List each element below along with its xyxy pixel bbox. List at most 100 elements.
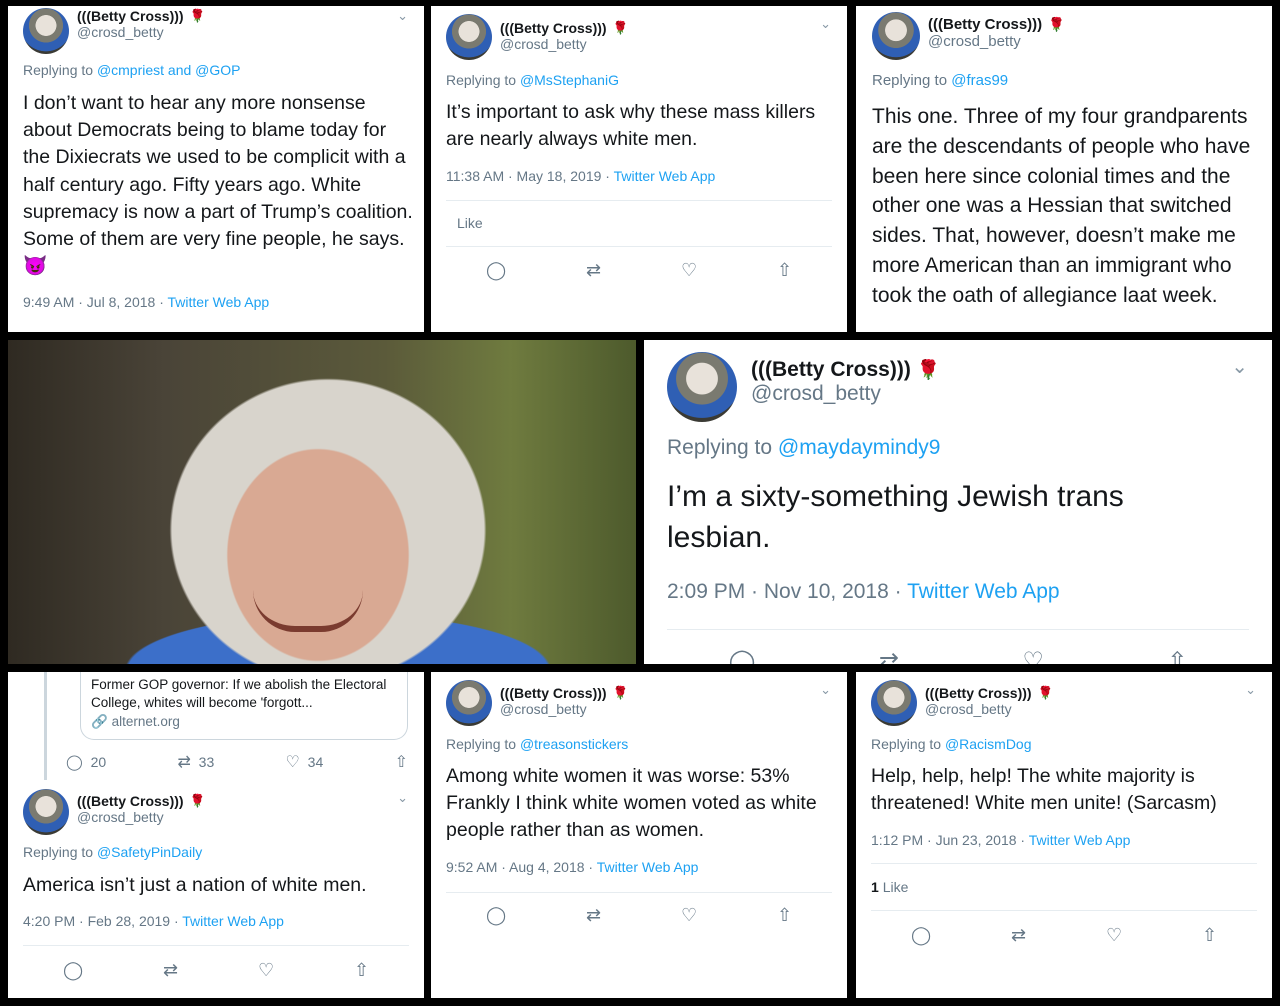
divider xyxy=(667,629,1249,630)
display-name[interactable]: (((Betty Cross))) xyxy=(925,685,1032,701)
reply-button[interactable]: ◯ 20 xyxy=(66,753,106,771)
replying-to: Replying to @SafetyPinDaily xyxy=(23,844,203,860)
like-button[interactable]: ♡ 34 xyxy=(286,752,324,772)
replying-to: Replying to @MsStephaniG xyxy=(446,72,619,88)
display-name[interactable]: (((Betty Cross))) xyxy=(500,685,607,701)
replying-to: Replying to @maydaymindy9 xyxy=(667,436,941,459)
replying-to: Replying to @RacismDog xyxy=(871,736,1032,752)
chevron-down-icon[interactable]: ⌄ xyxy=(397,790,408,806)
tweet-text: This one. Three of my four grandparents … xyxy=(872,105,1251,307)
tweet-meta: 11:38 AM · May 18, 2019 · Twitter Web Ap… xyxy=(446,168,716,184)
avatar[interactable] xyxy=(23,8,69,54)
likes-count[interactable]: 1 Like xyxy=(871,879,908,895)
avatar[interactable] xyxy=(446,680,492,726)
card-title: Former GOP governor: If we abolish the E… xyxy=(91,677,387,710)
reply-count: 20 xyxy=(90,754,107,770)
source-link[interactable]: Twitter Web App xyxy=(182,913,284,929)
reply-mention-link[interactable]: @cmpriest and @GOP xyxy=(97,62,241,78)
share-icon[interactable]: ⇧ xyxy=(1167,647,1187,665)
rose-icon: 🌹 xyxy=(612,685,629,700)
handle[interactable]: @crosd_betty xyxy=(77,809,205,825)
tweet-panel-5: Former GOP governor: If we abolish the E… xyxy=(8,672,424,998)
share-icon[interactable]: ⇧ xyxy=(777,905,792,926)
chevron-down-icon[interactable]: ⌄ xyxy=(820,16,831,32)
source-link[interactable]: Twitter Web App xyxy=(168,294,270,310)
tweet-text: I’m a sixty-something Jewish trans lesbi… xyxy=(667,480,1124,554)
avatar[interactable] xyxy=(23,789,69,835)
rose-icon: 🌹 xyxy=(1048,16,1065,32)
share-icon[interactable]: ⇧ xyxy=(395,752,408,772)
retweet-icon[interactable]: ⇄ xyxy=(586,260,601,281)
display-name[interactable]: (((Betty Cross))) xyxy=(928,16,1042,33)
like-count: 34 xyxy=(307,754,324,770)
share-icon[interactable]: ⇧ xyxy=(1202,925,1217,946)
chevron-down-icon[interactable]: ⌄ xyxy=(820,682,831,698)
handle[interactable]: @crosd_betty xyxy=(77,24,205,40)
reply-icon[interactable]: ◯ xyxy=(729,647,756,665)
rose-icon: 🌹 xyxy=(612,20,629,35)
avatar[interactable] xyxy=(446,14,492,60)
retweet-icon[interactable]: ⇄ xyxy=(163,960,178,981)
tweet-text: America isn’t just a nation of white men… xyxy=(23,874,367,896)
handle[interactable]: @crosd_betty xyxy=(751,382,940,406)
profile-photo xyxy=(8,340,636,664)
heart-icon[interactable]: ♡ xyxy=(681,260,697,281)
chevron-down-icon[interactable]: ⌄ xyxy=(1245,682,1256,698)
tweet-panel-2: (((Betty Cross))) 🌹 @crosd_betty ⌄ Replyi… xyxy=(431,6,847,332)
tweet-panel-4: (((Betty Cross))) 🌹 @crosd_betty ⌄ Replyi… xyxy=(644,340,1272,664)
handle[interactable]: @crosd_betty xyxy=(500,36,628,52)
heart-icon[interactable]: ♡ xyxy=(1022,647,1044,665)
link-card[interactable]: Former GOP governor: If we abolish the E… xyxy=(80,672,408,740)
display-name[interactable]: (((Betty Cross))) xyxy=(77,793,184,809)
retweet-button[interactable]: ⇄ 33 xyxy=(177,752,214,772)
display-name[interactable]: (((Betty Cross))) xyxy=(77,8,184,24)
display-name[interactable]: (((Betty Cross))) xyxy=(500,20,607,36)
retweet-count: 33 xyxy=(198,754,215,770)
source-link[interactable]: Twitter Web App xyxy=(614,168,716,184)
reply-mention-link[interactable]: @maydaymindy9 xyxy=(778,436,941,459)
tweet-meta: 9:49 AM · Jul 8, 2018 · Twitter Web App xyxy=(23,294,270,310)
divider xyxy=(446,892,832,893)
tweet-meta: 2:09 PM · Nov 10, 2018 · Twitter Web App xyxy=(667,580,1060,603)
tweet-panel-3: (((Betty Cross))) 🌹 @crosd_betty Replying… xyxy=(856,6,1272,332)
retweet-icon: ⇄ xyxy=(177,754,191,771)
heart-icon[interactable]: ♡ xyxy=(681,905,697,926)
tweet-meta: 4:20 PM · Feb 28, 2019 · Twitter Web App xyxy=(23,913,284,929)
heart-icon[interactable]: ♡ xyxy=(258,960,274,981)
replying-to: Replying to @treasonstickers xyxy=(446,736,629,752)
source-link[interactable]: Twitter Web App xyxy=(1029,832,1131,848)
likes-count[interactable]: Like xyxy=(457,215,483,231)
action-bar: ◯ ⇄ ♡ ⇧ xyxy=(446,903,832,927)
reply-mention-link[interactable]: @fras99 xyxy=(951,72,1008,89)
source-link[interactable]: Twitter Web App xyxy=(597,859,699,875)
display-name[interactable]: (((Betty Cross))) xyxy=(751,358,911,382)
reply-icon[interactable]: ◯ xyxy=(63,960,83,981)
reply-icon[interactable]: ◯ xyxy=(911,925,931,946)
reply-mention-link[interactable]: @SafetyPinDaily xyxy=(97,844,202,860)
rose-icon: 🌹 xyxy=(189,793,206,808)
chevron-down-icon[interactable]: ⌄ xyxy=(397,8,408,24)
action-bar: ◯ 20 ⇄ 33 ♡ 34 ⇧ xyxy=(66,752,408,772)
thread-line xyxy=(44,672,47,780)
share-icon[interactable]: ⇧ xyxy=(777,260,792,281)
retweet-icon[interactable]: ⇄ xyxy=(879,647,899,665)
reply-icon[interactable]: ◯ xyxy=(486,905,506,926)
chevron-down-icon[interactable]: ⌄ xyxy=(1231,354,1248,379)
handle[interactable]: @crosd_betty xyxy=(500,701,628,717)
reply-mention-link[interactable]: @treasonstickers xyxy=(520,736,628,752)
retweet-icon[interactable]: ⇄ xyxy=(586,905,601,926)
avatar[interactable] xyxy=(872,12,920,60)
avatar[interactable] xyxy=(667,352,737,422)
handle[interactable]: @crosd_betty xyxy=(928,33,1065,50)
source-link[interactable]: Twitter Web App xyxy=(907,580,1060,603)
reply-icon: ◯ xyxy=(66,754,83,771)
reply-mention-link[interactable]: @RacismDog xyxy=(945,736,1032,752)
handle[interactable]: @crosd_betty xyxy=(925,701,1053,717)
tweet-text: Among white women it was worse: 53% Fran… xyxy=(446,765,817,841)
share-icon[interactable]: ⇧ xyxy=(354,960,369,981)
retweet-icon[interactable]: ⇄ xyxy=(1011,925,1026,946)
reply-mention-link[interactable]: @MsStephaniG xyxy=(520,72,619,88)
reply-icon[interactable]: ◯ xyxy=(486,260,506,281)
avatar[interactable] xyxy=(871,680,917,726)
heart-icon[interactable]: ♡ xyxy=(1106,925,1122,946)
